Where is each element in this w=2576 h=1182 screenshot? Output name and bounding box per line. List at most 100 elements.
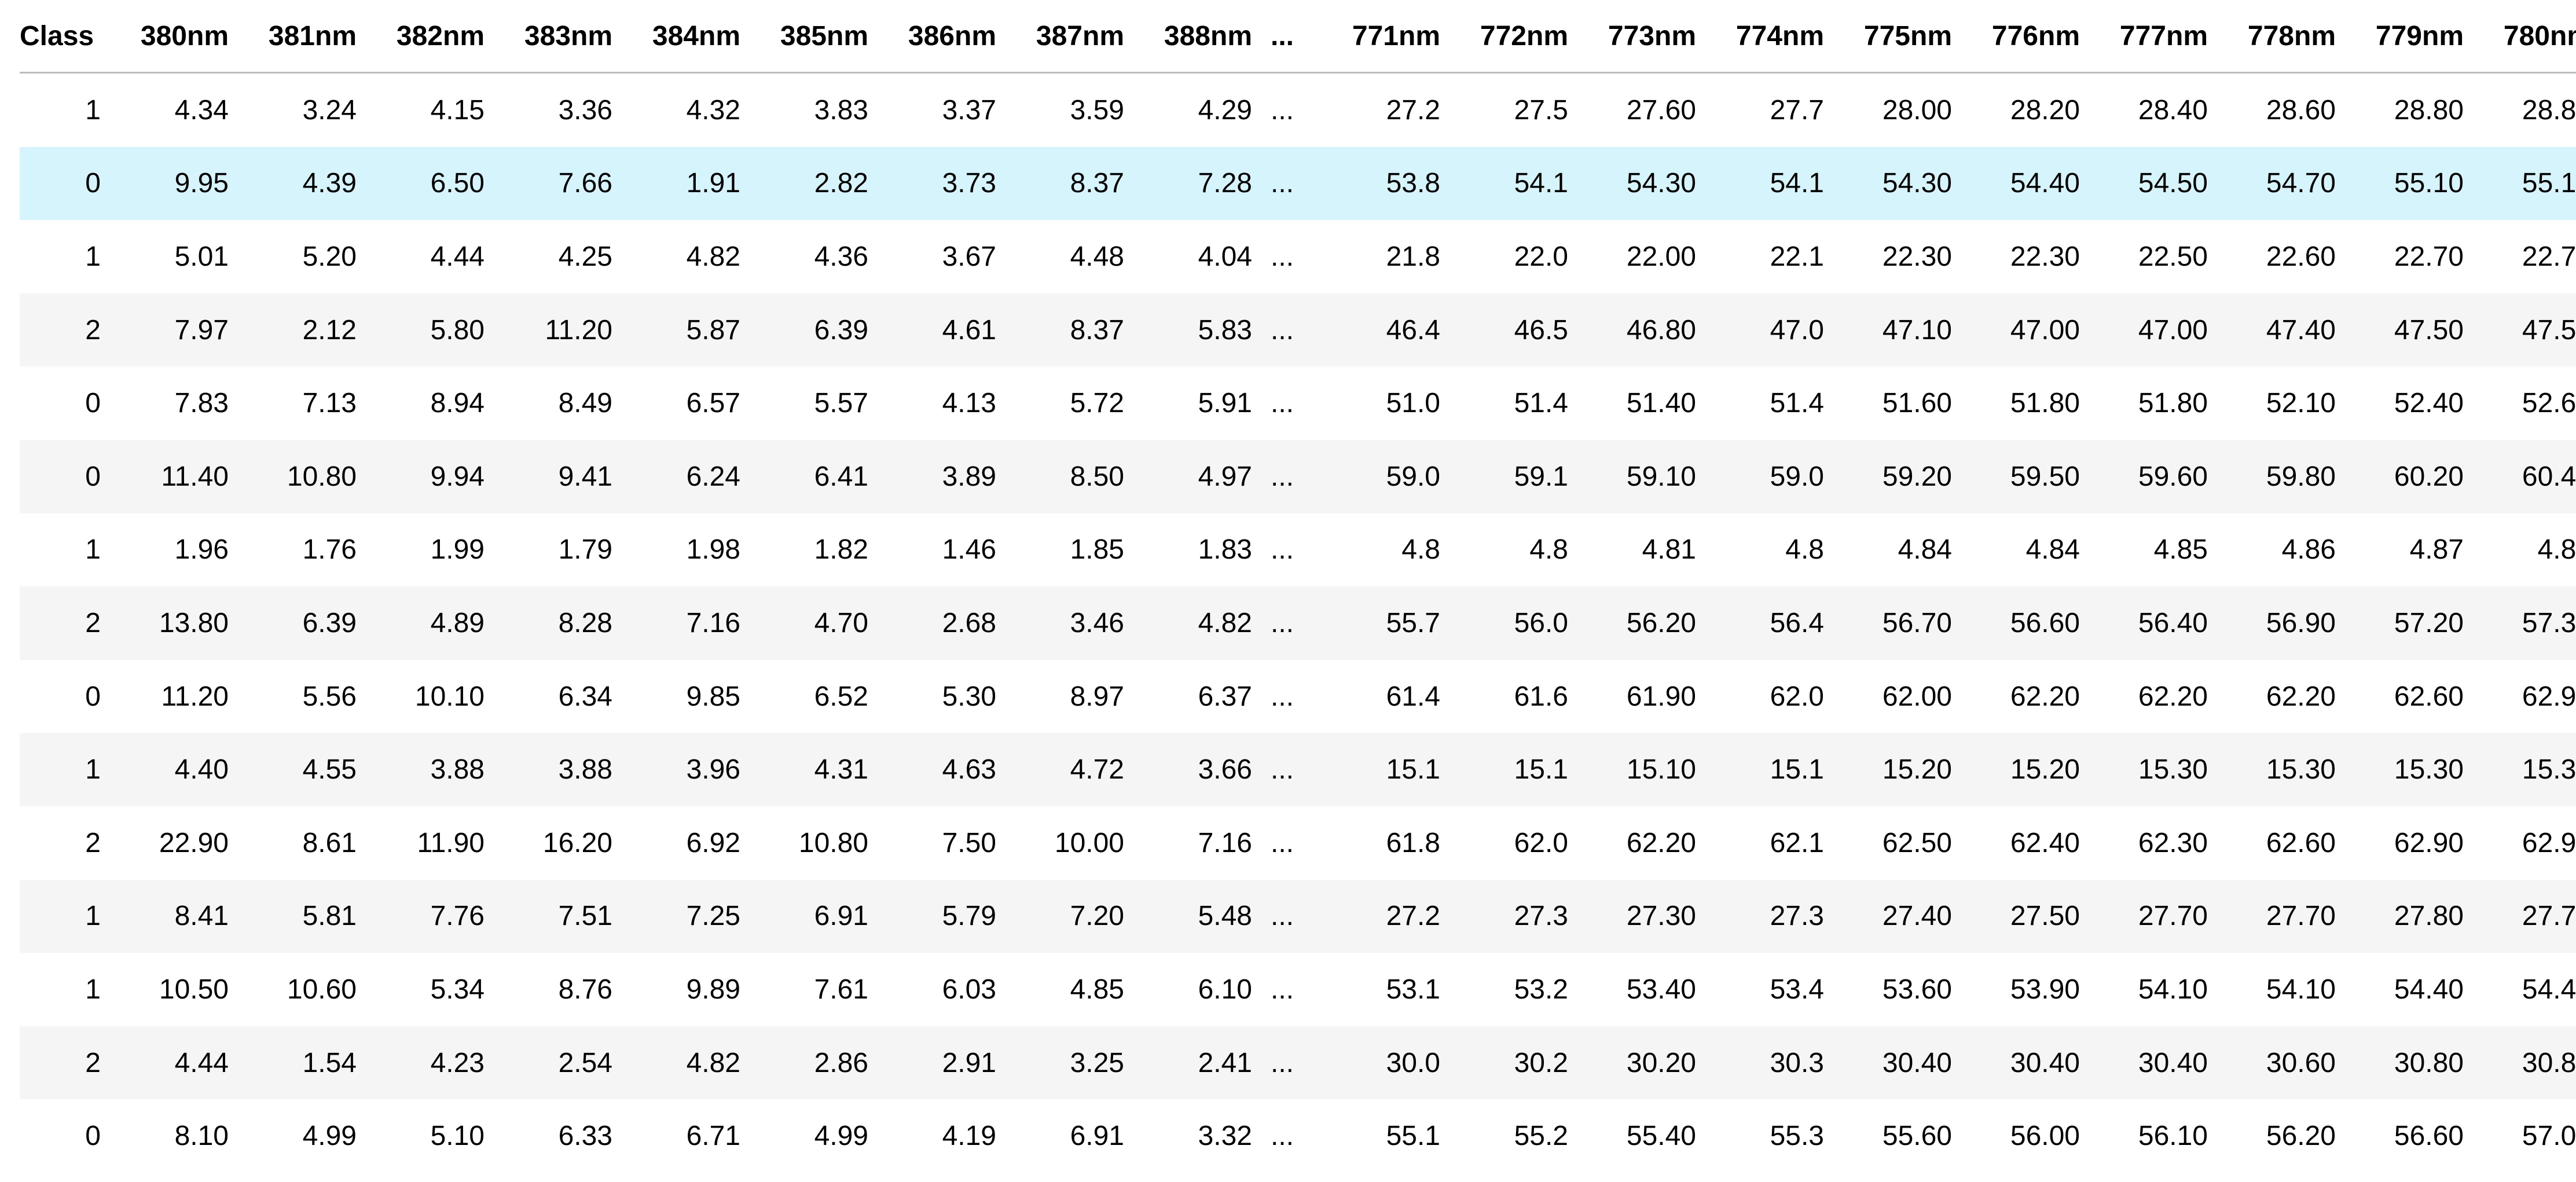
value-cell: 22.00 (1626, 241, 1696, 272)
value-cell: 47.00 (1952, 293, 2080, 367)
value-cell: 62.90 (2522, 827, 2576, 858)
spectra-table: Class 380nm 381nm 382nm 383nm 384nm 385nm 386nm… (20, 0, 2576, 1173)
value-cell: 5.79 (868, 879, 996, 953)
value-cell: 3.83 (814, 94, 868, 126)
table-row[interactable]: 0 8.10 4.99 5.10 6.33 6.71 4.99 4.19 6.91 3.32...… (20, 1099, 2576, 1173)
column-header-381nm: 381nm (229, 0, 357, 74)
value-cell: 28.40 (2138, 94, 2208, 126)
value-cell: 6.34 (558, 681, 612, 712)
value-cell: 3.37 (942, 94, 996, 126)
class-cell: 1 (20, 879, 101, 953)
table-row[interactable]: 0 9.95 4.39 6.50 7.66 1.91 2.82 3.73 8.37 7.28...… (20, 146, 2576, 221)
value-cell: 30.60 (2208, 1026, 2336, 1100)
value-cell: 59.0 (1312, 439, 1440, 513)
value-cell: 4.99 (814, 1121, 868, 1152)
value-cell: 4.63 (868, 733, 996, 806)
column-header-777nm: 777nm (2080, 0, 2208, 74)
value-cell: 11.90 (417, 827, 485, 858)
value-cell: 27.50 (1952, 879, 2080, 953)
column-header-775nm: 775nm (1824, 0, 1952, 74)
value-cell: 4.8 (1401, 534, 1440, 566)
table-row[interactable]: 1 10.50 10.60 5.34 8.76 9.89 7.61 6.03 4.85 6.10.… (20, 953, 2576, 1026)
value-cell: 3.59 (1070, 94, 1124, 126)
value-cell: 8.49 (558, 388, 612, 419)
value-cell: 15.20 (1952, 733, 2080, 806)
column-header-772nm: 772nm (1440, 0, 1568, 74)
value-cell: 13.80 (101, 586, 229, 660)
table-row[interactable]: 1 4.34 3.24 4.15 3.36 4.32 3.83 3.37 3.59 4.29...… (20, 73, 2576, 147)
value-cell: 2.68 (868, 586, 996, 660)
column-header-771nm: 771nm (1312, 0, 1440, 74)
value-cell: 53.1 (1386, 974, 1440, 1005)
value-cell: 4.39 (229, 146, 357, 221)
class-cell: 2 (85, 827, 101, 858)
value-cell: 4.23 (357, 1026, 485, 1100)
value-cell: 53.40 (1626, 974, 1696, 1005)
value-cell: 7.28 (1124, 146, 1252, 221)
value-cell: 5.10 (430, 1121, 485, 1152)
value-cell: 54.40 (2522, 974, 2576, 1005)
value-cell: 8.61 (302, 827, 357, 858)
value-cell: 60.20 (2336, 439, 2464, 513)
value-cell: 3.88 (357, 733, 485, 806)
value-cell: 52.60 (2522, 388, 2576, 419)
value-cell: 30.80 (2464, 1026, 2576, 1100)
value-cell: 27.3 (1440, 879, 1568, 953)
value-cell: 4.40 (101, 733, 229, 806)
value-cell: 9.41 (485, 439, 612, 513)
table-row[interactable]: 2 13.80 6.39 4.89 8.28 7.16 4.70 2.68 3.46 4.82..… (20, 586, 2576, 660)
value-cell: 27.2 (1312, 879, 1440, 953)
value-cell: 10.00 (1054, 827, 1124, 858)
class-cell: 2 (20, 586, 101, 660)
value-cell: 3.73 (868, 146, 996, 221)
value-cell: 27.3 (1696, 879, 1824, 953)
table-row[interactable]: 2 4.44 1.54 4.23 2.54 4.82 2.86 2.91 3.25 2.41...… (20, 1026, 2576, 1100)
table-header: Class 380nm 381nm 382nm 383nm 384nm 385nm 386nm… (20, 0, 2576, 74)
value-cell: 27.2 (1386, 94, 1440, 126)
value-cell: 7.61 (814, 974, 868, 1005)
table-row[interactable]: 0 11.20 5.56 10.10 6.34 9.85 6.52 5.30 8.97 6.37.… (20, 660, 2576, 733)
table-row[interactable]: 1 8.41 5.81 7.76 7.51 7.25 6.91 5.79 7.20 5.48...… (20, 879, 2576, 953)
table-row[interactable]: 0 11.40 10.80 9.94 9.41 6.24 6.41 3.89 8.50 4.97.… (20, 439, 2576, 513)
value-cell: 53.4 (1770, 974, 1824, 1005)
value-cell: 11.40 (101, 439, 229, 513)
value-cell: 28.60 (2266, 94, 2336, 126)
value-cell: 15.20 (1824, 733, 1952, 806)
value-cell: 7.66 (485, 146, 612, 221)
value-cell: 3.88 (485, 733, 612, 806)
column-header-773nm: 773nm (1568, 0, 1696, 74)
value-cell: 62.20 (1626, 827, 1696, 858)
column-header-382nm: 382nm (357, 0, 485, 74)
value-cell: 4.72 (996, 733, 1124, 806)
value-cell: 4.82 (686, 241, 740, 272)
ellipsis-cell: ... (1252, 733, 1312, 806)
value-cell: 30.40 (1952, 1026, 2080, 1100)
value-cell: 62.90 (2522, 681, 2576, 712)
table-row[interactable]: 0 7.83 7.13 8.94 8.49 6.57 5.57 4.13 5.72 5.91...… (20, 366, 2576, 440)
value-cell: 57.20 (2336, 586, 2464, 660)
table-row[interactable]: 1 4.40 4.55 3.88 3.88 3.96 4.31 4.63 4.72 3.66...… (20, 733, 2576, 806)
value-cell: 22.0 (1514, 241, 1568, 272)
value-cell: 4.48 (1070, 241, 1124, 272)
column-header-383nm: 383nm (485, 0, 612, 74)
table-row[interactable]: 2 22.90 8.61 11.90 16.20 6.92 10.80 7.50 10.00 7.… (20, 806, 2576, 880)
value-cell: 51.60 (1882, 388, 1952, 419)
value-cell: 10.10 (414, 681, 485, 712)
table-row[interactable]: 1 1.96 1.76 1.99 1.79 1.98 1.82 1.46 1.85 1.83...… (20, 513, 2576, 587)
value-cell: 5.30 (942, 681, 996, 712)
value-cell: 16.20 (542, 827, 612, 858)
value-cell: 55.3 (1770, 1121, 1824, 1152)
value-cell: 3.67 (942, 241, 996, 272)
table-row[interactable]: 2 7.97 2.12 5.80 11.20 5.87 6.39 4.61 8.37 5.83..… (20, 293, 2576, 367)
value-cell: 54.10 (2138, 974, 2208, 1005)
value-cell: 22.60 (2266, 241, 2336, 272)
column-header-387nm: 387nm (996, 0, 1124, 74)
column-header-385nm: 385nm (740, 0, 868, 74)
header-row: Class 380nm 381nm 382nm 383nm 384nm 385nm 386nm… (20, 0, 2576, 74)
class-cell: 0 (85, 1121, 101, 1152)
value-cell: 15.30 (2208, 733, 2336, 806)
value-cell: 51.80 (2138, 388, 2208, 419)
value-cell: 46.80 (1568, 293, 1696, 367)
table-row[interactable]: 1 5.01 5.20 4.44 4.25 4.82 4.36 3.67 4.48 4.04...… (20, 220, 2576, 293)
value-cell: 56.40 (2080, 586, 2208, 660)
